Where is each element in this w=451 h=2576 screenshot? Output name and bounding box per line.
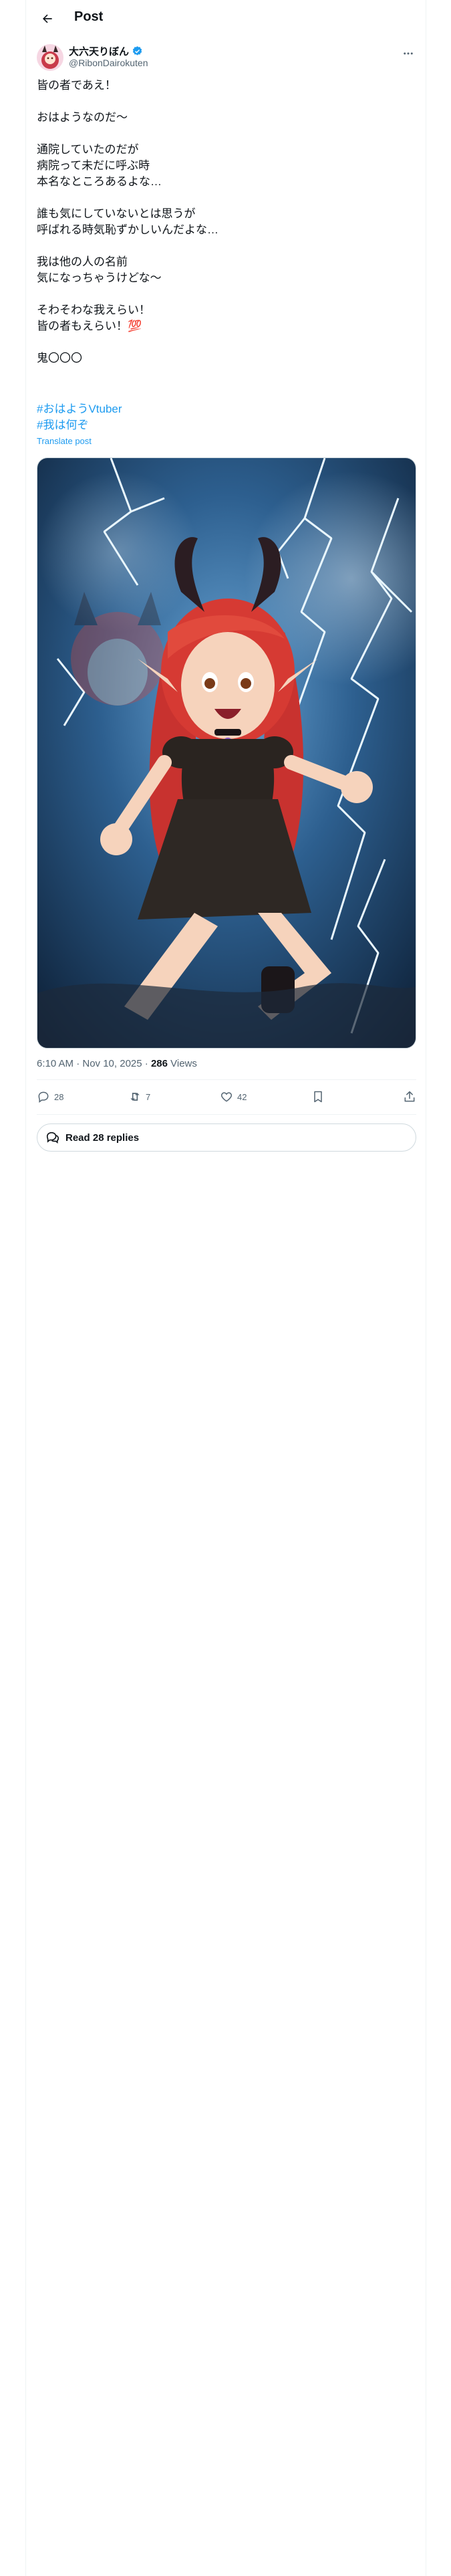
display-name[interactable]: 大六天りぼん (69, 44, 129, 58)
action-bar: 28 7 42 (37, 1079, 416, 1114)
repost-button[interactable]: 7 (128, 1090, 195, 1103)
translate-post-link[interactable]: Translate post (37, 436, 92, 446)
back-button[interactable] (34, 5, 61, 32)
hashtags: #おはようVtuber #我は何ぞ (37, 401, 122, 433)
divider (37, 1114, 416, 1115)
views-label: Views (167, 1058, 197, 1069)
post-metadata: 6:10 AM · Nov 10, 2025 · 286 Views (37, 1058, 197, 1069)
hashtag-link[interactable]: #我は何ぞ (37, 417, 122, 433)
avatar[interactable] (37, 44, 63, 71)
views-count: 286 (150, 1058, 168, 1069)
share-icon (404, 1091, 415, 1102)
more-options-button[interactable] (400, 45, 416, 62)
name-row: 大六天りぼん (69, 44, 143, 58)
repost-icon (130, 1093, 140, 1101)
post-author: 大六天りぼん @RibonDairokuten (37, 43, 416, 72)
back-arrow-icon (43, 14, 52, 23)
reply-button[interactable]: 28 (37, 1090, 104, 1103)
hashtag-link[interactable]: #おはようVtuber (37, 401, 122, 417)
post-image[interactable] (37, 457, 416, 1049)
like-button[interactable]: 42 (220, 1090, 287, 1103)
post-timestamp[interactable]: 6:10 AM · Nov 10, 2025 · (37, 1058, 151, 1069)
verified-badge-icon (132, 46, 142, 56)
more-dots-icon (404, 52, 413, 55)
repost-count: 7 (146, 1091, 151, 1102)
read-replies-button[interactable]: Read 28 replies (37, 1123, 416, 1152)
post-page: Post 大六天りぼん @RibonDairokuten 皆の者であえ！ おはよ… (25, 0, 426, 2576)
page-title: Post (74, 9, 104, 24)
heart-icon (220, 1092, 233, 1102)
bookmark-button[interactable] (311, 1090, 378, 1103)
author-handle[interactable]: @RibonDairokuten (69, 58, 148, 68)
share-button[interactable] (403, 1090, 416, 1103)
bookmark-icon (314, 1091, 322, 1103)
reply-count: 28 (54, 1091, 64, 1102)
post-text: 皆の者であえ！ おはようなのだ〜 通院していたのだが 病院って未だに呼ぶ時 本名… (37, 79, 218, 364)
read-replies-label: Read 28 replies (65, 1132, 140, 1144)
speech-bubbles-icon (46, 1132, 59, 1144)
top-bar: Post (26, 0, 426, 37)
like-count: 42 (237, 1091, 247, 1102)
reply-icon (38, 1091, 49, 1103)
